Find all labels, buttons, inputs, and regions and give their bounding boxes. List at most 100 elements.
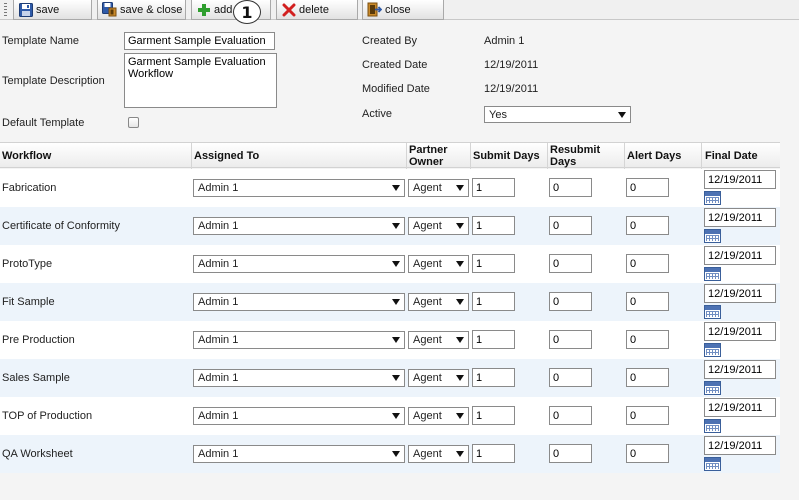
exit-door-icon	[367, 2, 382, 17]
default-template-checkbox[interactable]	[128, 117, 139, 128]
add-label: add	[214, 3, 233, 16]
partner-owner-select[interactable]: Agent	[408, 445, 469, 463]
resubmit-days-input[interactable]	[549, 178, 592, 197]
assigned-to-select[interactable]: Admin 1	[193, 369, 405, 387]
save-label: save	[36, 3, 60, 16]
calendar-icon[interactable]	[704, 191, 721, 205]
created-date-label: Created Date	[362, 59, 428, 71]
template-description-textarea[interactable]: Garment Sample Evaluation Workflow	[124, 53, 277, 108]
chevron-down-icon	[392, 375, 400, 381]
resubmit-days-input[interactable]	[549, 330, 592, 349]
partner-owner-select[interactable]: Agent	[408, 331, 469, 349]
floppy-disk-icon	[18, 2, 33, 17]
workflow-name: TOP of Production	[2, 410, 93, 422]
calendar-icon[interactable]	[704, 343, 721, 357]
assigned-to-select[interactable]: Admin 1	[193, 179, 405, 197]
alert-days-input[interactable]	[626, 406, 669, 425]
modified-date-value: 12/19/2011	[484, 83, 539, 95]
final-date-input[interactable]	[704, 360, 776, 379]
assigned-to-value: Admin 1	[198, 220, 239, 232]
calendar-icon[interactable]	[704, 267, 721, 281]
assigned-to-select[interactable]: Admin 1	[193, 217, 405, 235]
assigned-to-value: Admin 1	[198, 372, 239, 384]
table-row: Fabrication Admin 1 Agent	[0, 169, 780, 207]
col-header-resubmit-days: Resubmit Days	[550, 144, 600, 168]
submit-days-input[interactable]	[472, 292, 515, 311]
alert-days-input[interactable]	[626, 178, 669, 197]
submit-days-input[interactable]	[472, 178, 515, 197]
partner-owner-select[interactable]: Agent	[408, 179, 469, 197]
resubmit-days-input[interactable]	[549, 406, 592, 425]
final-date-input[interactable]	[704, 284, 776, 303]
col-separator	[701, 143, 702, 169]
assigned-to-value: Admin 1	[198, 258, 239, 270]
calendar-icon[interactable]	[704, 457, 721, 471]
col-separator	[547, 143, 548, 169]
chevron-down-icon	[392, 261, 400, 267]
template-name-input[interactable]	[124, 32, 275, 50]
submit-days-input[interactable]	[472, 216, 515, 235]
col-header-partner-owner-line2: Owner	[409, 156, 444, 168]
toolbar-grip	[4, 3, 7, 16]
delete-label: delete	[299, 3, 329, 16]
delete-button[interactable]: delete	[276, 0, 358, 20]
calendar-icon[interactable]	[704, 229, 721, 243]
chevron-down-icon	[392, 185, 400, 191]
partner-owner-select[interactable]: Agent	[408, 255, 469, 273]
chevron-down-icon	[392, 337, 400, 343]
assigned-to-select[interactable]: Admin 1	[193, 407, 405, 425]
created-by-value: Admin 1	[484, 35, 525, 47]
table-row: Sales Sample Admin 1 Agent	[0, 359, 780, 397]
partner-owner-value: Agent	[413, 372, 442, 384]
resubmit-days-input[interactable]	[549, 292, 592, 311]
active-select[interactable]: Yes	[484, 106, 631, 123]
partner-owner-select[interactable]: Agent	[408, 293, 469, 311]
alert-days-input[interactable]	[626, 216, 669, 235]
assigned-to-select[interactable]: Admin 1	[193, 293, 405, 311]
alert-days-input[interactable]	[626, 254, 669, 273]
resubmit-days-input[interactable]	[549, 368, 592, 387]
resubmit-days-input[interactable]	[549, 254, 592, 273]
submit-days-input[interactable]	[472, 254, 515, 273]
alert-days-input[interactable]	[626, 292, 669, 311]
close-button[interactable]: close	[362, 0, 444, 20]
submit-days-input[interactable]	[472, 368, 515, 387]
final-date-input[interactable]	[704, 208, 776, 227]
workflow-name: Certificate of Conformity	[2, 220, 120, 232]
col-separator	[624, 143, 625, 169]
assigned-to-select[interactable]: Admin 1	[193, 255, 405, 273]
save-close-button[interactable]: save & close	[97, 0, 186, 20]
red-x-icon	[281, 2, 296, 17]
calendar-icon[interactable]	[704, 419, 721, 433]
alert-days-input[interactable]	[626, 330, 669, 349]
partner-owner-select[interactable]: Agent	[408, 369, 469, 387]
resubmit-days-input[interactable]	[549, 444, 592, 463]
final-date-input[interactable]	[704, 322, 776, 341]
col-separator	[406, 143, 407, 169]
active-select-value: Yes	[489, 108, 507, 121]
submit-days-input[interactable]	[472, 406, 515, 425]
partner-owner-value: Agent	[413, 448, 442, 460]
resubmit-days-input[interactable]	[549, 216, 592, 235]
final-date-input[interactable]	[704, 246, 776, 265]
partner-owner-select[interactable]: Agent	[408, 217, 469, 235]
table-row: QA Worksheet Admin 1 Agent	[0, 435, 780, 473]
submit-days-input[interactable]	[472, 444, 515, 463]
col-header-resubmit-days-line2: Days	[550, 156, 577, 168]
partner-owner-select[interactable]: Agent	[408, 407, 469, 425]
modified-date-label: Modified Date	[362, 83, 430, 95]
save-button[interactable]: save	[13, 0, 92, 20]
assigned-to-select[interactable]: Admin 1	[193, 331, 405, 349]
final-date-input[interactable]	[704, 398, 776, 417]
assigned-to-value: Admin 1	[198, 334, 239, 346]
col-header-workflow: Workflow	[2, 150, 52, 162]
calendar-icon[interactable]	[704, 381, 721, 395]
chevron-down-icon	[456, 413, 464, 419]
assigned-to-select[interactable]: Admin 1	[193, 445, 405, 463]
final-date-input[interactable]	[704, 170, 776, 189]
alert-days-input[interactable]	[626, 368, 669, 387]
final-date-input[interactable]	[704, 436, 776, 455]
alert-days-input[interactable]	[626, 444, 669, 463]
calendar-icon[interactable]	[704, 305, 721, 319]
submit-days-input[interactable]	[472, 330, 515, 349]
